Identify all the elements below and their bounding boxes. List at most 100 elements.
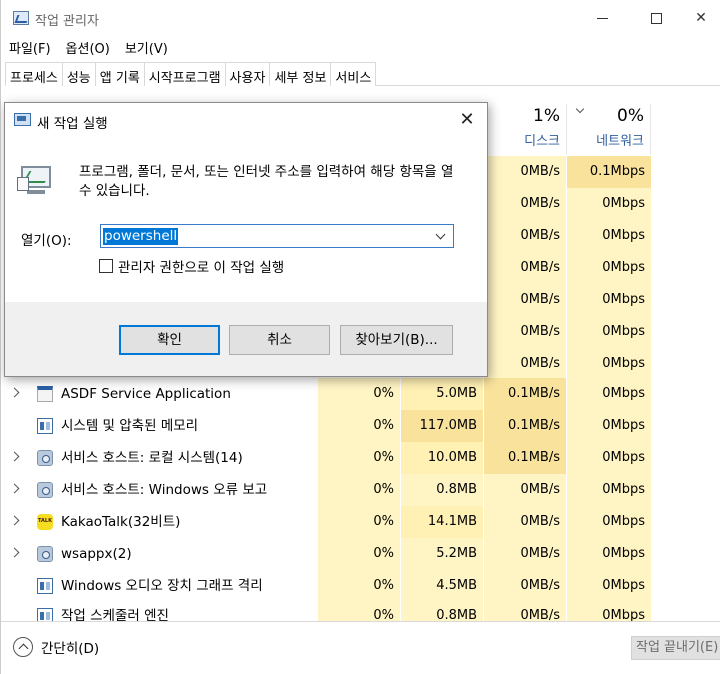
memory-cell: 0.8MB [401,600,483,621]
tab-users[interactable]: 사용자 [224,62,271,86]
network-column-label: 네트워크 [596,134,644,149]
gear-icon [37,546,53,562]
menu-file[interactable]: 파일(F) [1,36,58,58]
expand-chevron-icon[interactable] [9,483,20,494]
disk-column-label: 디스크 [524,134,560,149]
fewer-details-button[interactable]: 간단히(D) [13,637,99,657]
window-icon [37,418,53,434]
dialog-title: 새 작업 실행 [37,116,108,132]
table-row[interactable]: 시스템 및 압축된 메모리 0% 117.0MB 0.1MB/s 0Mbps [1,410,651,442]
tab-bar: 프로세스 성능 앱 기록 시작프로그램 사용자 세부 정보 서비스 [5,62,720,86]
table-row[interactable]: 작업 스케줄러 엔진 0% 0.8MB 0MB/s 0Mbps [1,600,651,621]
run-new-task-dialog: 새 작업 실행 ✕ 프로그램, 폴더, 문서, 또는 인터넷 주소를 입력하여 … [4,102,488,377]
table-row[interactable]: KakaoTalk(32비트) 0% 14.1MB 0MB/s 0Mbps [1,506,651,538]
memory-cell: 10.0MB [401,442,483,474]
network-usage-percent: 0% [617,106,644,126]
table-row[interactable]: Windows 오디오 장치 그래프 격리 0% 4.5MB 0MB/s 0Mb… [1,570,651,602]
disk-cell: 0MB/s [484,156,566,188]
table-row[interactable]: ASDF Service Application 0% 5.0MB 0.1MB/… [1,378,651,410]
disk-cell: 0MB/s [484,284,566,316]
tab-performance[interactable]: 성능 [61,62,96,86]
fewer-details-label: 간단히(D) [41,641,100,657]
network-cell: 0Mbps [567,570,651,602]
table-row[interactable]: 서비스 호스트: 로컬 시스템(14) 0% 10.0MB 0.1MB/s 0M… [1,442,651,474]
network-cell: 0Mbps [567,410,651,442]
disk-cell: 0MB/s [484,348,566,380]
network-cell: 0Mbps [567,506,651,538]
disk-cell: 0MB/s [484,188,566,220]
chevron-down-icon[interactable] [435,229,446,240]
window-icon [37,578,53,594]
network-cell: 0Mbps [567,252,651,284]
cpu-cell: 0% [318,506,400,538]
run-program-icon [17,163,53,197]
tab-services[interactable]: 서비스 [330,62,377,86]
network-cell: 0.1Mbps [567,156,651,188]
menu-options[interactable]: 옵션(O) [58,36,117,58]
open-command-input-value[interactable]: powershell [103,228,179,245]
tab-processes[interactable]: 프로세스 [5,62,63,86]
menu-view[interactable]: 보기(V) [117,36,175,58]
cpu-cell: 0% [318,600,400,621]
network-cell: 0Mbps [567,538,651,570]
end-task-button[interactable]: 작업 끝내기(E) [631,636,720,660]
admin-privilege-label: 관리자 권한으로 이 작업 실행 [118,260,285,276]
cpu-cell: 0% [318,538,400,570]
minimize-button[interactable] [575,0,629,36]
process-name: 시스템 및 압축된 메모리 [61,418,199,434]
memory-cell: 5.0MB [401,378,483,410]
menu-bar: 파일(F) 옵션(O) 보기(V) [1,36,175,58]
disk-cell: 0MB/s [484,600,566,621]
process-name: wsappx(2) [61,546,132,562]
network-cell: 0Mbps [567,600,651,621]
close-button[interactable]: ✕ [681,0,720,36]
process-name: 서비스 호스트: Windows 오류 보고 [61,482,268,498]
process-name: 서비스 호스트: 로컬 시스템(14) [61,450,243,466]
process-name: Windows 오디오 장치 그래프 격리 [61,578,263,594]
tab-startup[interactable]: 시작프로그램 [143,62,226,86]
disk-usage-percent: 1% [533,106,560,126]
cpu-cell: 0% [318,378,400,410]
open-command-combobox[interactable]: powershell [100,224,454,248]
tab-details[interactable]: 세부 정보 [269,62,332,86]
gear-icon [37,482,53,498]
disk-cell: 0.1MB/s [484,442,566,474]
disk-column-header[interactable]: 1% 디스크 [484,104,567,154]
admin-privilege-checkbox[interactable] [99,259,113,273]
expand-chevron-icon[interactable] [9,547,20,558]
run-window-icon [14,113,31,126]
process-name: KakaoTalk(32비트) [61,514,181,530]
expand-chevron-icon[interactable] [9,451,20,462]
memory-cell: 5.2MB [401,538,483,570]
open-label: 열기(O): [21,233,72,249]
table-row[interactable]: 서비스 호스트: Windows 오류 보고 0% 0.8MB 0MB/s 0M… [1,474,651,506]
dialog-close-icon[interactable]: ✕ [455,109,479,131]
task-manager-icon [13,11,29,25]
network-cell: 0Mbps [567,316,651,348]
cpu-cell: 0% [318,570,400,602]
expand-chevron-icon[interactable] [9,387,20,398]
disk-cell: 0.1MB/s [484,378,566,410]
ok-button[interactable]: 확인 [119,325,220,355]
tab-app-history[interactable]: 앱 기록 [94,62,145,86]
network-column-header[interactable]: 0% 네트워크 [567,104,651,154]
expand-chevron-icon[interactable] [9,515,20,526]
cancel-button[interactable]: 취소 [229,325,330,355]
cpu-cell: 0% [318,410,400,442]
maximize-icon [650,12,662,24]
disk-cell: 0MB/s [484,252,566,284]
network-cell: 0Mbps [567,188,651,220]
admin-privilege-option[interactable]: 관리자 권한으로 이 작업 실행 [99,256,284,276]
status-bar: 간단히(D) 작업 끝내기(E) [1,621,720,674]
table-row[interactable]: wsappx(2) 0% 5.2MB 0MB/s 0Mbps [1,538,651,570]
title-bar: 작업 관리자 ✕ [1,0,720,36]
disk-cell: 0.1MB/s [484,410,566,442]
disk-cell: 0MB/s [484,570,566,602]
maximize-button[interactable] [629,0,683,36]
window-title: 작업 관리자 [35,14,99,29]
browse-button[interactable]: 찾아보기(B)... [340,325,453,355]
cpu-cell: 0% [318,442,400,474]
network-cell: 0Mbps [567,474,651,506]
dialog-title-bar: 새 작업 실행 ✕ [5,103,487,137]
network-cell: 0Mbps [567,348,651,380]
